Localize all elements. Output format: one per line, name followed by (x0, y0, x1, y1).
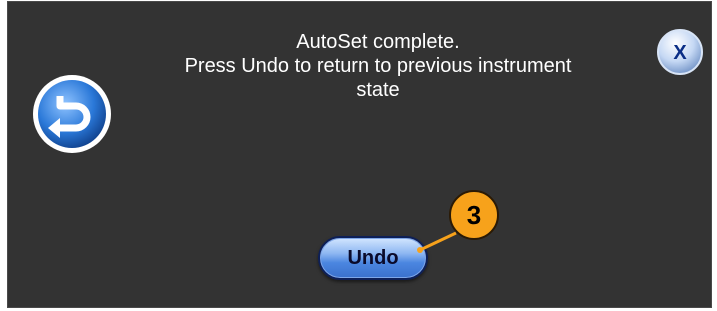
close-button[interactable]: X (656, 28, 704, 76)
message-line-3: state (356, 79, 400, 101)
callout-number-badge: 3 (449, 190, 499, 240)
undo-arrow-icon (33, 75, 111, 153)
undo-button[interactable]: Undo (318, 236, 428, 280)
dialog-message: AutoSet complete. Press Undo to return t… (138, 30, 618, 102)
close-icon: X (657, 29, 703, 75)
close-label: X (673, 42, 687, 64)
message-line-1: AutoSet complete. (296, 31, 460, 53)
message-line-2: Press Undo to return to previous instrum… (184, 55, 572, 77)
autoset-dialog: X AutoSet complete. Press Undo to return… (7, 1, 712, 308)
